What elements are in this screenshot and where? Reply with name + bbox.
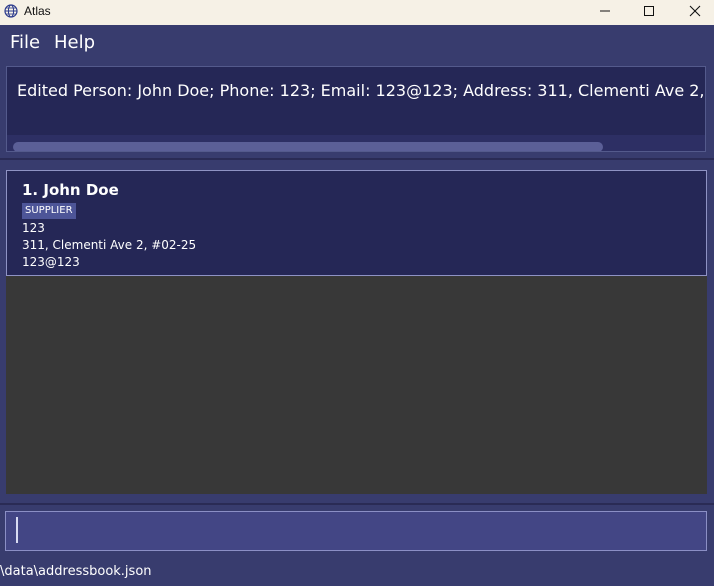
command-input[interactable]: [5, 511, 707, 551]
status-bar: \data\addressbook.json: [0, 557, 714, 586]
close-icon: [689, 5, 701, 17]
result-display[interactable]: Edited Person: John Doe; Phone: 123; Ema…: [6, 66, 706, 152]
menu-bar: File Help: [0, 25, 714, 60]
tag-badge: SUPPLIER: [22, 203, 76, 219]
person-list[interactable]: 1. John Doe SUPPLIER 123 311, Clementi A…: [6, 170, 707, 494]
person-name: 1. John Doe: [22, 181, 119, 199]
maximize-button[interactable]: [626, 0, 672, 22]
text-caret: [16, 517, 18, 543]
title-bar: Atlas: [0, 0, 714, 25]
person-email: 123@123: [22, 255, 80, 269]
globe-icon: [4, 3, 18, 18]
person-address: 311, Clementi Ave 2, #02-25: [22, 238, 197, 252]
person-list-panel: 1. John Doe SUPPLIER 123 311, Clementi A…: [0, 160, 714, 504]
minimize-icon: [599, 5, 611, 17]
window-title: Atlas: [24, 4, 51, 18]
maximize-icon: [643, 5, 655, 17]
person-card[interactable]: 1. John Doe SUPPLIER 123 311, Clementi A…: [6, 170, 707, 276]
result-display-panel: Edited Person: John Doe; Phone: 123; Ema…: [0, 60, 714, 156]
horizontal-scrollbar[interactable]: [7, 135, 705, 151]
person-phone: 123: [22, 221, 45, 235]
save-location: \data\addressbook.json: [0, 564, 152, 579]
close-button[interactable]: [672, 0, 714, 22]
scrollbar-thumb[interactable]: [13, 142, 603, 151]
menu-help[interactable]: Help: [54, 32, 95, 53]
command-box-panel: [0, 505, 714, 557]
menu-file[interactable]: File: [10, 32, 40, 53]
minimize-button[interactable]: [582, 0, 628, 22]
result-message: Edited Person: John Doe; Phone: 123; Ema…: [17, 81, 705, 100]
